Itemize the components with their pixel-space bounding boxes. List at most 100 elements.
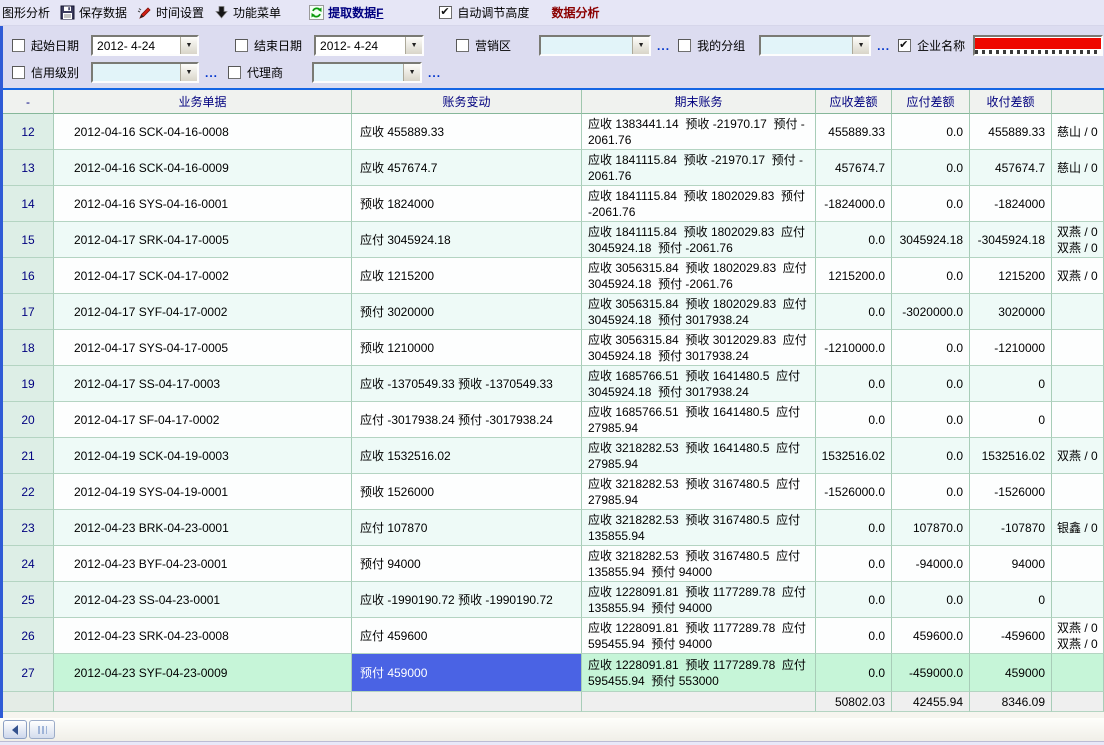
agent-select[interactable]: ▼	[312, 62, 422, 83]
table-row[interactable]: 222012-04-19 SYS-04-19-0001预收 1526000应收 …	[3, 474, 1104, 510]
document-cell[interactable]: 2012-04-17 SYS-04-17-0005	[54, 330, 352, 366]
table-row[interactable]: 172012-04-17 SYF-04-17-0002预付 3020000应收 …	[3, 294, 1104, 330]
row-number-cell[interactable]: 20	[3, 402, 54, 438]
ar-diff-cell[interactable]: -1210000.0	[816, 330, 892, 366]
net-diff-cell[interactable]: 457674.7	[970, 150, 1052, 186]
change-cell[interactable]: 应收 1215200	[352, 258, 582, 294]
ap-diff-cell[interactable]: 0.0	[892, 474, 970, 510]
row-number-cell[interactable]: 25	[3, 582, 54, 618]
credit-more-button[interactable]: ...	[205, 66, 218, 80]
enterprise-cell[interactable]: 慈山 / 0	[1052, 114, 1104, 150]
data-analysis-button[interactable]: 数据分析	[551, 4, 599, 21]
chevron-down-icon[interactable]: ▼	[180, 64, 197, 81]
start-date-select[interactable]: 2012- 4-24 ▼	[91, 35, 199, 56]
table-row[interactable]: 242012-04-23 BYF-04-23-0001预付 94000应收 32…	[3, 546, 1104, 582]
change-cell[interactable]: 应收 -1370549.33 预收 -1370549.33	[352, 366, 582, 402]
my-group-select[interactable]: ▼	[759, 35, 871, 56]
document-cell[interactable]: 2012-04-17 SYF-04-17-0002	[54, 294, 352, 330]
table-row[interactable]: 142012-04-16 SYS-04-16-0001预收 1824000应收 …	[3, 186, 1104, 222]
my-group-checkbox[interactable]	[678, 39, 691, 52]
save-data-button[interactable]: 保存数据	[60, 4, 127, 21]
net-diff-cell[interactable]: 1532516.02	[970, 438, 1052, 474]
change-cell[interactable]: 预付 94000	[352, 546, 582, 582]
row-number-cell[interactable]: 13	[3, 150, 54, 186]
region-select[interactable]: ▼	[539, 35, 651, 56]
ap-diff-cell[interactable]: 3045924.18	[892, 222, 970, 258]
document-cell[interactable]: 2012-04-23 SRK-04-23-0008	[54, 618, 352, 654]
ending-balance-cell[interactable]: 应收 3218282.53 预收 3167480.5 应付 27985.94	[582, 474, 816, 510]
ending-balance-cell[interactable]: 应收 1228091.81 预收 1177289.78 应付 595455.94…	[582, 654, 816, 692]
document-cell[interactable]: 2012-04-23 SYF-04-23-0009	[54, 654, 352, 692]
enterprise-cell[interactable]	[1052, 186, 1104, 222]
ar-diff-cell[interactable]: 455889.33	[816, 114, 892, 150]
table-row[interactable]: 272012-04-23 SYF-04-23-0009预付 459000应收 1…	[3, 654, 1104, 692]
row-number-cell[interactable]: 18	[3, 330, 54, 366]
ending-balance-cell[interactable]: 应收 1841115.84 预收 -21970.17 预付 -2061.76	[582, 150, 816, 186]
ap-diff-cell[interactable]: -94000.0	[892, 546, 970, 582]
enterprise-cell[interactable]: 银鑫 / 0	[1052, 510, 1104, 546]
ending-balance-cell[interactable]: 应收 1685766.51 预收 1641480.5 应付 3045924.18…	[582, 366, 816, 402]
table-row[interactable]: 252012-04-23 SS-04-23-0001应收 -1990190.72…	[3, 582, 1104, 618]
ar-diff-cell[interactable]: 1215200.0	[816, 258, 892, 294]
start-date-checkbox[interactable]	[12, 39, 25, 52]
ap-diff-cell[interactable]: -3020000.0	[892, 294, 970, 330]
document-cell[interactable]: 2012-04-17 SF-04-17-0002	[54, 402, 352, 438]
ar-diff-cell[interactable]: 457674.7	[816, 150, 892, 186]
ap-diff-cell[interactable]: 0.0	[892, 438, 970, 474]
change-cell[interactable]: 应收 455889.33	[352, 114, 582, 150]
auto-height-toggle[interactable]: 自动调节高度	[439, 4, 529, 21]
table-row[interactable]: 262012-04-23 SRK-04-23-0008应付 459600应收 1…	[3, 618, 1104, 654]
col-header-ending[interactable]: 期末账务	[582, 90, 816, 114]
net-diff-cell[interactable]: -3045924.18	[970, 222, 1052, 258]
row-number-cell[interactable]: 12	[3, 114, 54, 150]
net-diff-cell[interactable]: 0	[970, 366, 1052, 402]
net-diff-cell[interactable]: -459600	[970, 618, 1052, 654]
net-diff-cell[interactable]: 459000	[970, 654, 1052, 692]
ap-diff-cell[interactable]: 459600.0	[892, 618, 970, 654]
row-number-cell[interactable]: 26	[3, 618, 54, 654]
agent-checkbox[interactable]	[228, 66, 241, 79]
graph-analysis-button[interactable]: 图形分析	[2, 4, 50, 21]
change-cell[interactable]: 预收 1824000	[352, 186, 582, 222]
enterprise-cell[interactable]	[1052, 546, 1104, 582]
net-diff-cell[interactable]: 0	[970, 582, 1052, 618]
credit-level-select[interactable]: ▼	[91, 62, 199, 83]
change-cell[interactable]: 应收 457674.7	[352, 150, 582, 186]
ending-balance-cell[interactable]: 应收 1228091.81 预收 1177289.78 应付 595455.94…	[582, 618, 816, 654]
ar-diff-cell[interactable]: -1824000.0	[816, 186, 892, 222]
enterprise-cell[interactable]: 慈山 / 0	[1052, 150, 1104, 186]
ending-balance-cell[interactable]: 应收 3218282.53 预收 3167480.5 应付 135855.94 …	[582, 546, 816, 582]
document-cell[interactable]: 2012-04-16 SCK-04-16-0008	[54, 114, 352, 150]
ap-diff-cell[interactable]: 107870.0	[892, 510, 970, 546]
enterprise-cell[interactable]: 双燕 / 0 双燕 / 0	[1052, 222, 1104, 258]
scroll-left-button[interactable]	[3, 720, 27, 739]
region-checkbox[interactable]	[456, 39, 469, 52]
ap-diff-cell[interactable]: 0.0	[892, 330, 970, 366]
table-row[interactable]: 122012-04-16 SCK-04-16-0008应收 455889.33应…	[3, 114, 1104, 150]
table-row[interactable]: 182012-04-17 SYS-04-17-0005预收 1210000应收 …	[3, 330, 1104, 366]
row-number-cell[interactable]: 23	[3, 510, 54, 546]
ar-diff-cell[interactable]: 0.0	[816, 618, 892, 654]
ending-balance-cell[interactable]: 应收 3056315.84 预收 1802029.83 应付 3045924.1…	[582, 258, 816, 294]
enterprise-cell[interactable]	[1052, 330, 1104, 366]
ar-diff-cell[interactable]: 0.0	[816, 222, 892, 258]
document-cell[interactable]: 2012-04-17 SRK-04-17-0005	[54, 222, 352, 258]
chevron-down-icon[interactable]: ▼	[405, 37, 422, 54]
table-row[interactable]: 202012-04-17 SF-04-17-0002应付 -3017938.24…	[3, 402, 1104, 438]
col-header-ar-diff[interactable]: 应收差额	[816, 90, 892, 114]
net-diff-cell[interactable]: -1824000	[970, 186, 1052, 222]
table-row[interactable]: 232012-04-23 BRK-04-23-0001应付 107870应收 3…	[3, 510, 1104, 546]
net-diff-cell[interactable]: 0	[970, 402, 1052, 438]
row-number-cell[interactable]: 15	[3, 222, 54, 258]
ap-diff-cell[interactable]: 0.0	[892, 258, 970, 294]
document-cell[interactable]: 2012-04-23 BYF-04-23-0001	[54, 546, 352, 582]
enterprise-cell[interactable]	[1052, 294, 1104, 330]
document-cell[interactable]: 2012-04-19 SYS-04-19-0001	[54, 474, 352, 510]
net-diff-cell[interactable]: 3020000	[970, 294, 1052, 330]
ending-balance-cell[interactable]: 应收 3056315.84 预收 1802029.83 应付 3045924.1…	[582, 294, 816, 330]
chevron-down-icon[interactable]: ▼	[632, 37, 649, 54]
col-header-net-diff[interactable]: 收付差额	[970, 90, 1052, 114]
end-date-checkbox[interactable]	[235, 39, 248, 52]
col-header-rownum[interactable]: -	[3, 90, 54, 114]
agent-more-button[interactable]: ...	[428, 66, 441, 80]
